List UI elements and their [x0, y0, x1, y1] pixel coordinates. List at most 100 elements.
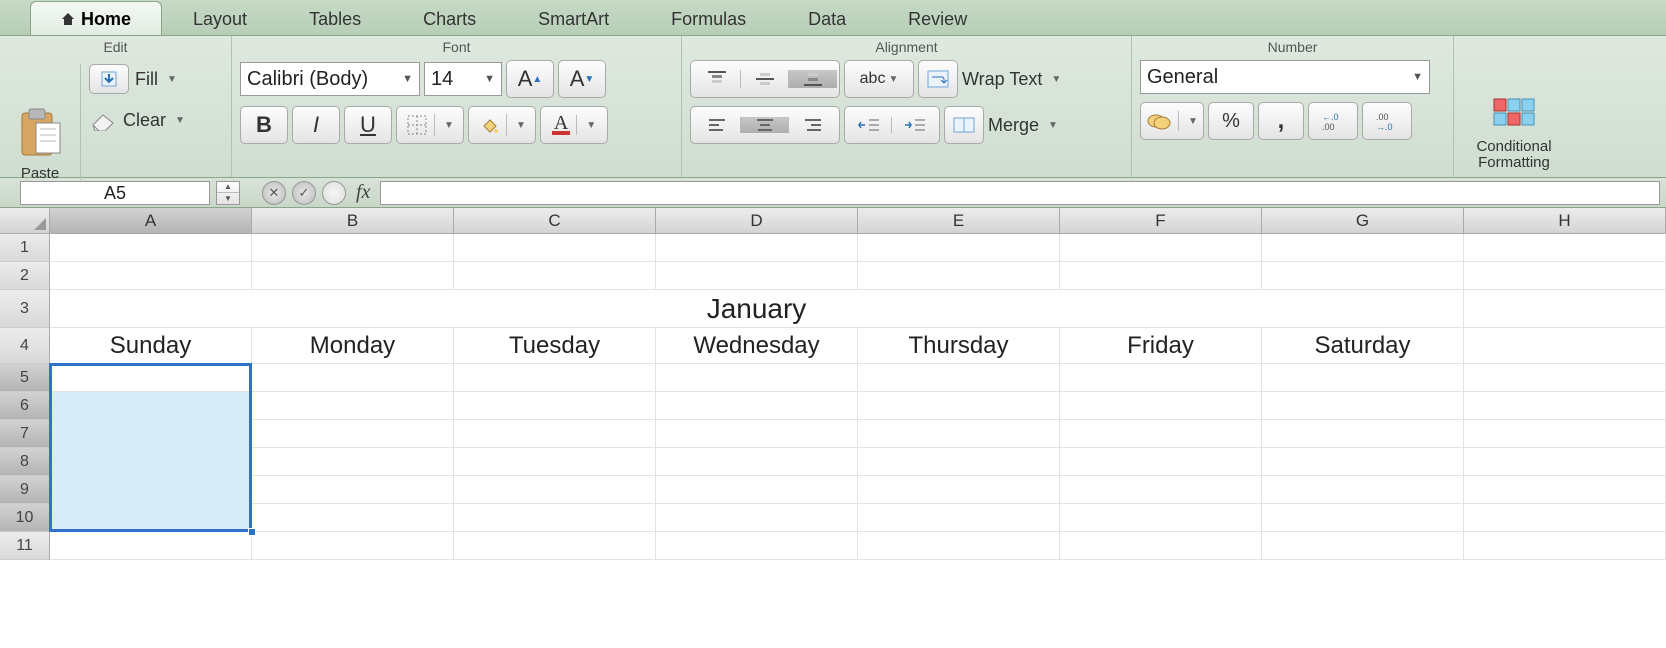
row-header-6[interactable]: 6: [0, 392, 50, 420]
cell[interactable]: [454, 392, 656, 420]
day-cell-wed[interactable]: Wednesday: [656, 328, 858, 364]
cell[interactable]: [50, 504, 252, 532]
day-cell-mon[interactable]: Monday: [252, 328, 454, 364]
orientation-button[interactable]: abc▼: [844, 60, 914, 98]
grow-font-button[interactable]: A▲: [506, 60, 554, 98]
fill-color-button[interactable]: ▼: [468, 106, 536, 144]
clear-button[interactable]: Clear ▼: [89, 110, 185, 131]
font-name-combo[interactable]: Calibri (Body)▼: [240, 62, 420, 96]
day-cell-sat[interactable]: Saturday: [1262, 328, 1464, 364]
cell[interactable]: [1060, 476, 1262, 504]
paste-button[interactable]: Paste: [8, 58, 72, 186]
increase-indent-button[interactable]: [892, 117, 938, 133]
cell[interactable]: [858, 262, 1060, 290]
cell[interactable]: [454, 234, 656, 262]
row-header-4[interactable]: 4: [0, 328, 50, 364]
tab-formulas[interactable]: Formulas: [640, 1, 777, 35]
cell[interactable]: [1060, 448, 1262, 476]
cell[interactable]: [50, 476, 252, 504]
cell[interactable]: [1262, 392, 1464, 420]
cell-area[interactable]: January Sunday Monday Tuesday Wednesday …: [50, 234, 1666, 560]
decrease-indent-button[interactable]: [846, 117, 892, 133]
row-header-10[interactable]: 10: [0, 504, 50, 532]
cell[interactable]: [656, 532, 858, 560]
cell[interactable]: [656, 364, 858, 392]
cell[interactable]: [50, 364, 252, 392]
row-header-1[interactable]: 1: [0, 234, 50, 262]
name-box-stepper[interactable]: ▲▼: [216, 181, 240, 205]
decrease-decimal-button[interactable]: ←.0.00: [1308, 102, 1358, 140]
tab-review[interactable]: Review: [877, 1, 998, 35]
cell[interactable]: [1464, 364, 1666, 392]
align-middle-button[interactable]: [741, 70, 789, 88]
cell[interactable]: [858, 476, 1060, 504]
col-header-F[interactable]: F: [1060, 208, 1262, 233]
cell[interactable]: [1262, 448, 1464, 476]
cell[interactable]: [1262, 364, 1464, 392]
italic-button[interactable]: I: [292, 106, 340, 144]
cell[interactable]: [656, 262, 858, 290]
percent-button[interactable]: %: [1208, 102, 1254, 140]
col-header-B[interactable]: B: [252, 208, 454, 233]
cell[interactable]: [1464, 262, 1666, 290]
cell[interactable]: [252, 364, 454, 392]
cell[interactable]: [454, 476, 656, 504]
bold-button[interactable]: B: [240, 106, 288, 144]
col-header-D[interactable]: D: [656, 208, 858, 233]
tab-home[interactable]: Home: [30, 1, 162, 35]
cell[interactable]: [1464, 476, 1666, 504]
cell[interactable]: [454, 448, 656, 476]
cell[interactable]: [1060, 420, 1262, 448]
col-header-H[interactable]: H: [1464, 208, 1666, 233]
cell[interactable]: [50, 262, 252, 290]
row-header-3[interactable]: 3: [0, 290, 50, 328]
merge-icon-button[interactable]: [944, 106, 984, 144]
cell[interactable]: [1262, 420, 1464, 448]
align-center-button[interactable]: [741, 117, 789, 133]
font-color-button[interactable]: A ▼: [540, 106, 608, 144]
borders-button[interactable]: ▼: [396, 106, 464, 144]
cell[interactable]: [656, 392, 858, 420]
increase-decimal-button[interactable]: .00→.0: [1362, 102, 1412, 140]
col-header-E[interactable]: E: [858, 208, 1060, 233]
cell[interactable]: [454, 364, 656, 392]
cell[interactable]: [858, 364, 1060, 392]
col-header-G[interactable]: G: [1262, 208, 1464, 233]
col-header-C[interactable]: C: [454, 208, 656, 233]
cell[interactable]: [1060, 504, 1262, 532]
cell[interactable]: [50, 234, 252, 262]
cell[interactable]: [858, 234, 1060, 262]
fill-button[interactable]: Fill ▼: [89, 64, 185, 94]
cell[interactable]: [1060, 234, 1262, 262]
cell[interactable]: [1060, 392, 1262, 420]
day-cell-thu[interactable]: Thursday: [858, 328, 1060, 364]
number-format-combo[interactable]: General▼: [1140, 60, 1430, 94]
align-top-button[interactable]: [693, 70, 741, 88]
cell[interactable]: [1262, 262, 1464, 290]
cell[interactable]: [1464, 328, 1666, 364]
cell[interactable]: [858, 420, 1060, 448]
tab-charts[interactable]: Charts: [392, 1, 507, 35]
row-header-2[interactable]: 2: [0, 262, 50, 290]
row-header-11[interactable]: 11: [0, 532, 50, 560]
cell[interactable]: [252, 420, 454, 448]
cell[interactable]: [1060, 262, 1262, 290]
cell[interactable]: [1060, 364, 1262, 392]
confirm-formula-button[interactable]: ✓: [292, 181, 316, 205]
cell[interactable]: [454, 262, 656, 290]
cell[interactable]: [50, 420, 252, 448]
wrap-icon-button[interactable]: [918, 60, 958, 98]
row-header-8[interactable]: 8: [0, 448, 50, 476]
currency-button[interactable]: ▼: [1140, 102, 1204, 140]
row-header-5[interactable]: 5: [0, 364, 50, 392]
shrink-font-button[interactable]: A▼: [558, 60, 606, 98]
day-cell-fri[interactable]: Friday: [1060, 328, 1262, 364]
select-all-corner[interactable]: [0, 208, 50, 233]
cell[interactable]: [656, 420, 858, 448]
wrap-text-button[interactable]: Wrap Text▼: [962, 69, 1061, 90]
cell[interactable]: [656, 504, 858, 532]
align-bottom-button[interactable]: [789, 70, 837, 88]
comma-button[interactable]: ,: [1258, 102, 1304, 140]
day-cell-sun[interactable]: Sunday: [50, 328, 252, 364]
cell[interactable]: [1060, 532, 1262, 560]
